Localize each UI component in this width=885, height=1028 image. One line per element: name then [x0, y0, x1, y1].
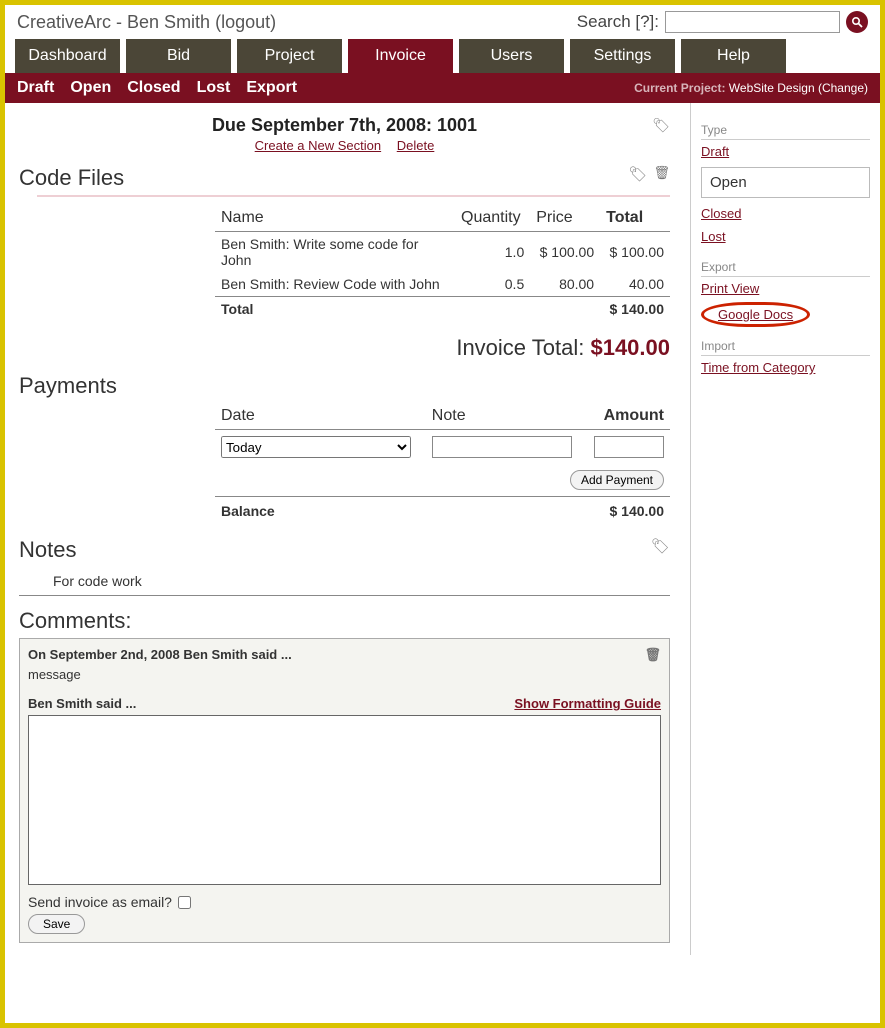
highlight-circle: Google Docs [701, 302, 810, 327]
col-amount: Amount [584, 403, 670, 430]
total-row: Total $ 140.00 [215, 297, 670, 322]
tag-icon[interactable]: 🏷 [652, 117, 670, 134]
notes-heading: Notes 🏷 [19, 537, 670, 563]
note-input[interactable] [432, 436, 572, 458]
col-qty: Quantity [455, 205, 530, 232]
col-total: Total [600, 205, 670, 232]
main-tabs: Dashboard Bid Project Invoice Users Sett… [5, 39, 880, 73]
tab-dashboard[interactable]: Dashboard [15, 39, 120, 73]
subnav: Draft Open Closed Lost Export [17, 79, 297, 97]
tab-settings[interactable]: Settings [570, 39, 675, 73]
payments-table: Date Note Amount Today Add Payment [215, 403, 670, 525]
comments-heading: Comments: [19, 608, 670, 634]
send-email-checkbox[interactable] [178, 896, 191, 909]
subnav-export[interactable]: Export [246, 79, 297, 97]
change-project-link[interactable]: (Change) [818, 81, 868, 95]
comment-message: message [28, 667, 661, 682]
send-email-label: Send invoice as email? [28, 894, 172, 910]
comment-textarea[interactable] [28, 715, 661, 885]
balance-row: Balance $ 140.00 [215, 497, 670, 526]
code-files-heading: Code Files 🏷 🗑 [19, 165, 670, 191]
search-icon[interactable] [846, 11, 868, 33]
col-date: Date [215, 403, 426, 430]
tag-icon[interactable]: 🏷 [651, 537, 670, 555]
subnav-open[interactable]: Open [70, 79, 111, 97]
subnav-closed[interactable]: Closed [127, 79, 180, 97]
google-docs-link[interactable]: Google Docs [718, 307, 793, 322]
search-input[interactable] [665, 11, 840, 33]
type-draft-link[interactable]: Draft [701, 140, 870, 163]
print-view-link[interactable]: Print View [701, 277, 870, 300]
type-heading: Type [701, 119, 870, 140]
search-label: Search [?]: [577, 12, 659, 32]
import-heading: Import [701, 335, 870, 356]
comment-header: On September 2nd, 2008 Ben Smith said ..… [28, 647, 292, 663]
trash-icon[interactable]: 🗑 [644, 647, 661, 663]
table-row: Ben Smith: Write some code for John 1.0 … [215, 232, 670, 273]
time-from-category-link[interactable]: Time from Category [701, 356, 870, 379]
type-open-box[interactable]: Open [701, 167, 870, 198]
formatting-guide-link[interactable]: Show Formatting Guide [514, 696, 661, 711]
payments-heading: Payments [19, 373, 670, 399]
col-name: Name [215, 205, 455, 232]
create-section-link[interactable]: Create a New Section [255, 138, 381, 153]
tab-users[interactable]: Users [459, 39, 564, 73]
col-price: Price [530, 205, 600, 232]
brand-area: CreativeArc - Ben Smith (logout) [17, 12, 276, 33]
tab-bid[interactable]: Bid [126, 39, 231, 73]
tab-help[interactable]: Help [681, 39, 786, 73]
invoice-total: Invoice Total: $140.00 [19, 335, 670, 361]
user-link[interactable]: Ben Smith (logout) [127, 12, 276, 32]
comment-box: On September 2nd, 2008 Ben Smith said ..… [19, 638, 670, 943]
brand-name: CreativeArc [17, 12, 111, 32]
subnav-lost[interactable]: Lost [197, 79, 231, 97]
current-project: Current Project: WebSite Design (Change) [634, 81, 868, 95]
type-lost-link[interactable]: Lost [701, 225, 870, 248]
tag-icon[interactable]: 🏷 [628, 165, 647, 183]
add-payment-button[interactable]: Add Payment [570, 470, 664, 490]
trash-icon[interactable]: 🗑 [653, 165, 670, 183]
col-note: Note [426, 403, 585, 430]
note-text: For code work [19, 567, 670, 596]
tab-project[interactable]: Project [237, 39, 342, 73]
items-table: Name Quantity Price Total Ben Smith: Wri… [215, 205, 670, 321]
due-line: Due September 7th, 2008: 1001 [19, 115, 670, 136]
date-select[interactable]: Today [221, 436, 411, 458]
export-heading: Export [701, 256, 870, 277]
tab-invoice[interactable]: Invoice [348, 39, 453, 73]
type-closed-link[interactable]: Closed [701, 202, 870, 225]
amount-input[interactable] [594, 436, 664, 458]
subnav-draft[interactable]: Draft [17, 79, 54, 97]
table-row: Ben Smith: Review Code with John 0.5 80.… [215, 272, 670, 297]
delete-link[interactable]: Delete [397, 138, 435, 153]
commenter-said: Ben Smith said ... [28, 696, 136, 711]
save-button[interactable]: Save [28, 914, 85, 934]
